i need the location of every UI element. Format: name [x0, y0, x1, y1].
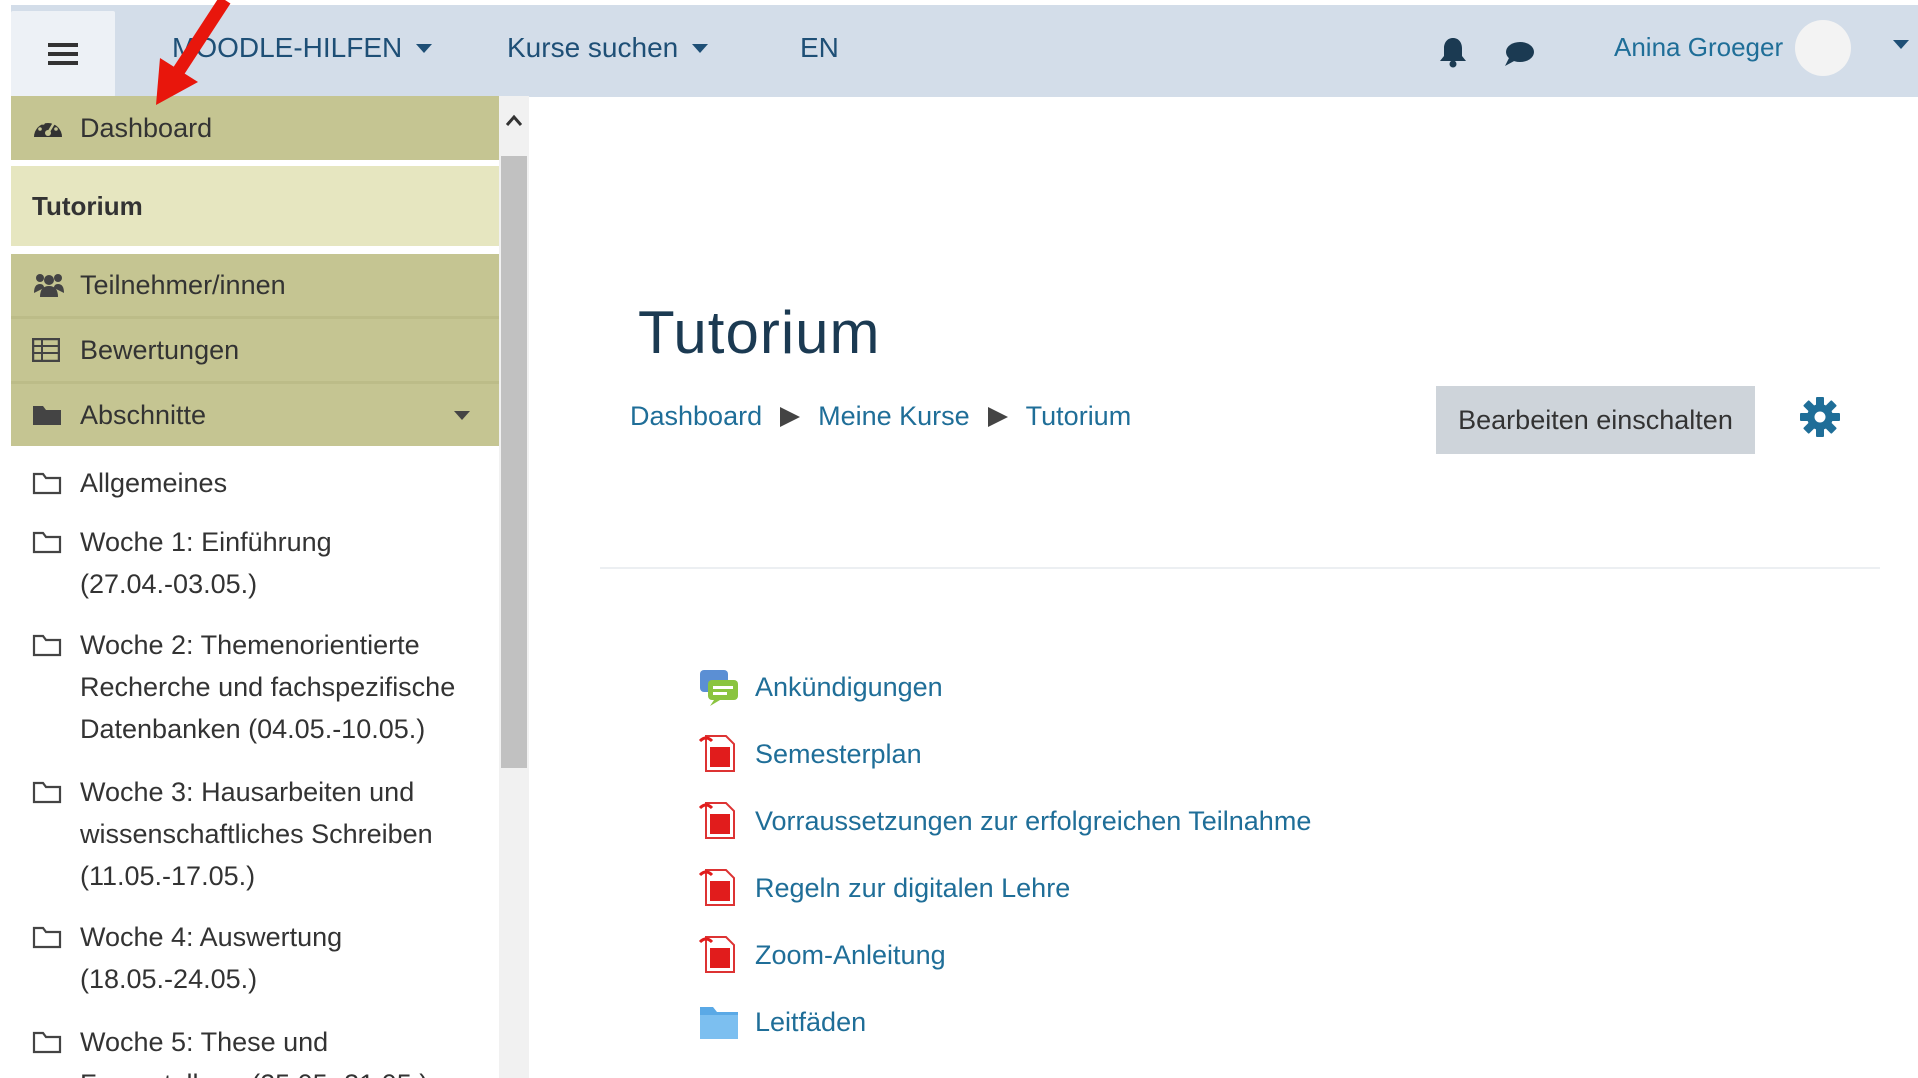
table-icon [32, 338, 60, 362]
chevron-down-icon [416, 43, 433, 53]
folder-icon [32, 472, 62, 495]
avatar[interactable] [1795, 20, 1851, 76]
activity-label: Vorraussetzungen zur erfolgreichen Teiln… [755, 805, 1312, 836]
section-item-label: Woche 1: Einführung (27.04.-03.05.) [80, 527, 332, 599]
activity-label: Semesterplan [755, 738, 922, 769]
section-item-label: Woche 4: Auswertung (18.05.-24.05.) [80, 922, 343, 994]
section-divider [600, 567, 1880, 569]
breadcrumb-link-course[interactable]: Tutorium [1026, 401, 1132, 432]
section-item[interactable]: Allgemeines [11, 462, 499, 512]
forum-icon [700, 670, 738, 706]
bell-icon[interactable] [1438, 36, 1468, 68]
pdf-icon [698, 735, 735, 772]
section-item-label: Woche 2: Themenorientierte Recherche und… [80, 630, 456, 744]
message-icon[interactable] [1503, 40, 1535, 68]
user-name[interactable]: Anina Groeger [1614, 32, 1783, 63]
language-switch[interactable]: EN [800, 32, 839, 64]
breadcrumb-separator-icon [987, 406, 1008, 427]
section-item[interactable]: Woche 5: These und Fragestellung (25.05.… [11, 1021, 499, 1078]
activity-link[interactable]: Semesterplan [698, 733, 922, 775]
user-menu-chevron-icon[interactable] [1893, 40, 1909, 49]
annotation-arrow-icon [156, 0, 231, 105]
section-item[interactable]: Woche 1: Einführung (27.04.-03.05.) [11, 521, 499, 611]
sidebar-item-course[interactable]: Tutorium [11, 166, 499, 246]
sidebar-item-label: Teilnehmer/innen [80, 269, 286, 300]
activity-link[interactable]: Vorraussetzungen zur erfolgreichen Teiln… [698, 800, 1311, 842]
section-item-label: Allgemeines [80, 468, 228, 498]
activity-link[interactable]: Ankündigungen [698, 666, 943, 708]
folder-icon [32, 926, 62, 949]
section-item[interactable]: Woche 4: Auswertung (18.05.-24.05.) [11, 916, 499, 1006]
activity-link[interactable]: Zoom-Anleitung [698, 934, 946, 976]
breadcrumb-link-my-courses[interactable]: Meine Kurse [818, 401, 970, 432]
folder-icon [32, 634, 62, 657]
page-title: Tutorium [638, 299, 881, 366]
nav-drawer: Dashboard Tutorium Teilnehmer/innen Bewe… [11, 96, 499, 1078]
sidebar-item-label: Bewertungen [80, 334, 240, 365]
users-icon [34, 274, 64, 297]
chevron-down-icon [692, 43, 709, 53]
sidebar-course-label: Tutorium [32, 190, 143, 221]
course-search-label: Kurse suchen [507, 32, 679, 63]
activity-link[interactable]: Leitfäden [698, 1001, 866, 1043]
activity-label: Regeln zur digitalen Lehre [755, 872, 1071, 903]
chevron-down-icon[interactable] [454, 410, 470, 420]
breadcrumb: Dashboard Meine Kurse Tutorium [630, 401, 1131, 432]
activity-label: Zoom-Anleitung [755, 939, 946, 970]
course-search-dropdown[interactable]: Kurse suchen [507, 32, 709, 64]
nav-drawer-toggle[interactable] [11, 11, 115, 97]
sidebar-item-sections[interactable]: Abschnitte [11, 381, 499, 446]
sidebar-item-label: Abschnitte [80, 399, 207, 430]
scrollbar-thumb[interactable] [501, 156, 527, 768]
sidebar-item-label: Dashboard [80, 112, 213, 143]
edit-mode-button[interactable]: Bearbeiten einschalten [1436, 386, 1755, 454]
breadcrumb-separator-icon [780, 406, 801, 427]
folder-icon [32, 781, 62, 804]
section-item[interactable]: Woche 2: Themenorientierte Recherche und… [11, 624, 499, 759]
language-label: EN [800, 32, 839, 63]
gear-icon[interactable] [1799, 396, 1841, 438]
sidebar-item-grades[interactable]: Bewertungen [11, 316, 499, 381]
breadcrumb-link-dashboard[interactable]: Dashboard [630, 401, 762, 432]
folder-icon [700, 1007, 738, 1039]
section-item-label: Woche 5: These und Fragestellung (25.05.… [80, 1027, 428, 1078]
section-item[interactable]: Woche 3: Hausarbeiten und wissenschaftli… [11, 771, 499, 906]
activity-label: Ankündigungen [755, 671, 943, 702]
sidebar-item-participants[interactable]: Teilnehmer/innen [11, 254, 499, 316]
sidebar-item-dashboard[interactable]: Dashboard [11, 96, 499, 160]
section-item-label: Woche 3: Hausarbeiten und wissenschaftli… [80, 777, 433, 891]
pdf-icon [698, 802, 735, 839]
folder-icon [32, 1031, 62, 1054]
sidebar-scrollbar[interactable] [499, 96, 529, 1078]
folder-filled-icon [33, 406, 61, 425]
activity-link[interactable]: Regeln zur digitalen Lehre [698, 867, 1070, 909]
chevron-up-icon[interactable] [506, 114, 522, 126]
folder-icon [32, 531, 62, 554]
hamburger-icon [48, 43, 78, 65]
pdf-icon [698, 869, 735, 906]
pdf-icon [698, 936, 735, 973]
dashboard-icon [34, 121, 62, 137]
activity-label: Leitfäden [755, 1006, 867, 1037]
